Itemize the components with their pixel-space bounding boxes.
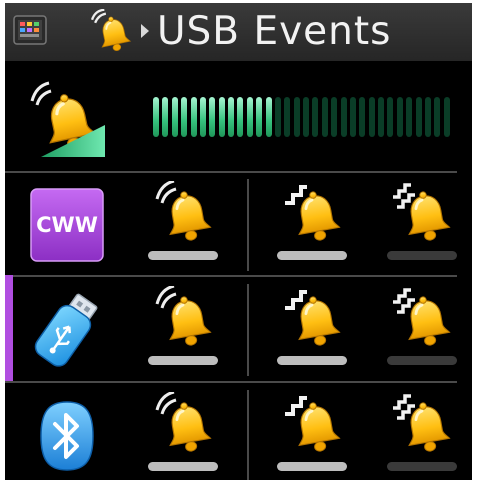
volume-segment <box>434 97 440 137</box>
cww-ring-enabled-bar <box>148 251 218 260</box>
volume-meter[interactable] <box>153 97 453 137</box>
usb-ring-enabled-bar <box>148 356 218 365</box>
ringing-bell-icon <box>155 181 214 245</box>
event-row-cww: CWW <box>5 173 472 279</box>
volume-segment <box>219 97 225 137</box>
volume-segment <box>294 97 300 137</box>
divider <box>5 275 457 277</box>
volume-segment <box>312 97 318 137</box>
cww-label: CWW <box>36 213 98 237</box>
ringing-bell-icon <box>90 9 135 55</box>
cww-zigzag-cell[interactable] <box>277 181 357 273</box>
page-title: USB Events <box>157 9 392 54</box>
event-row-bluetooth <box>5 384 472 480</box>
volume-segment <box>153 97 159 137</box>
volume-segment <box>444 97 450 137</box>
volume-segment <box>369 97 375 137</box>
volume-segment <box>341 97 347 137</box>
bluetooth-double-zigzag-cell[interactable] <box>387 392 467 480</box>
column-divider <box>247 390 249 480</box>
double-zigzag-bell-icon <box>393 394 453 456</box>
volume-segment <box>350 97 356 137</box>
volume-segment <box>181 97 187 137</box>
volume-segment <box>284 97 290 137</box>
volume-segment <box>378 97 384 137</box>
volume-segment <box>200 97 206 137</box>
bluetooth-ring-enabled-bar <box>148 462 218 471</box>
column-divider <box>247 179 249 271</box>
double-zigzag-bell-icon <box>393 288 453 350</box>
cww-zigzag-enabled-bar <box>277 251 347 260</box>
bluetooth-zigzag-cell[interactable] <box>277 392 357 480</box>
double-zigzag-bell-icon <box>393 183 453 245</box>
usb-double-zigzag-disabled-bar <box>387 356 457 365</box>
cww-double-zigzag-disabled-bar <box>387 251 457 260</box>
volume-segment <box>331 97 337 137</box>
volume-segment <box>397 97 403 137</box>
volume-segment <box>247 97 253 137</box>
usb-stick-icon <box>34 293 98 367</box>
ringing-bell-icon <box>155 286 214 350</box>
header-bar: USB Events <box>5 3 472 61</box>
zigzag-bell-icon <box>285 396 343 456</box>
volume-segment <box>191 97 197 137</box>
volume-segment <box>228 97 234 137</box>
ringing-bell-icon <box>155 392 214 456</box>
app-grid-icon[interactable] <box>13 15 47 45</box>
usb-zigzag-cell[interactable] <box>277 286 357 378</box>
volume-segment <box>172 97 178 137</box>
zigzag-bell-icon <box>285 290 343 350</box>
zigzag-bell-icon <box>285 185 343 245</box>
bluetooth-icon <box>40 401 94 471</box>
volume-segment <box>416 97 422 137</box>
cww-double-zigzag-cell[interactable] <box>387 181 467 273</box>
volume-segment <box>275 97 281 137</box>
volume-segment <box>322 97 328 137</box>
volume-row[interactable] <box>5 61 472 171</box>
usb-ring-cell[interactable] <box>148 286 228 378</box>
volume-segment <box>359 97 365 137</box>
bluetooth-zigzag-enabled-bar <box>277 462 347 471</box>
volume-segment <box>256 97 262 137</box>
volume-segment <box>303 97 309 137</box>
volume-bell-icon <box>30 81 105 157</box>
device-screen: USB Events CWW <box>5 3 472 480</box>
cww-ring-cell[interactable] <box>148 181 228 273</box>
usb-zigzag-enabled-bar <box>277 356 347 365</box>
volume-segment <box>266 97 272 137</box>
volume-segment <box>237 97 243 137</box>
volume-segment <box>406 97 412 137</box>
volume-segment <box>209 97 215 137</box>
column-divider <box>247 284 249 376</box>
volume-segment <box>425 97 431 137</box>
bluetooth-ring-cell[interactable] <box>148 392 228 480</box>
cww-icon: CWW <box>29 187 105 263</box>
arrow-right-icon <box>141 24 149 38</box>
volume-segment <box>162 97 168 137</box>
event-row-usb <box>5 278 472 384</box>
usb-double-zigzag-cell[interactable] <box>387 286 467 378</box>
divider <box>5 381 457 383</box>
bluetooth-double-zigzag-disabled-bar <box>387 462 457 471</box>
volume-segment <box>387 97 393 137</box>
